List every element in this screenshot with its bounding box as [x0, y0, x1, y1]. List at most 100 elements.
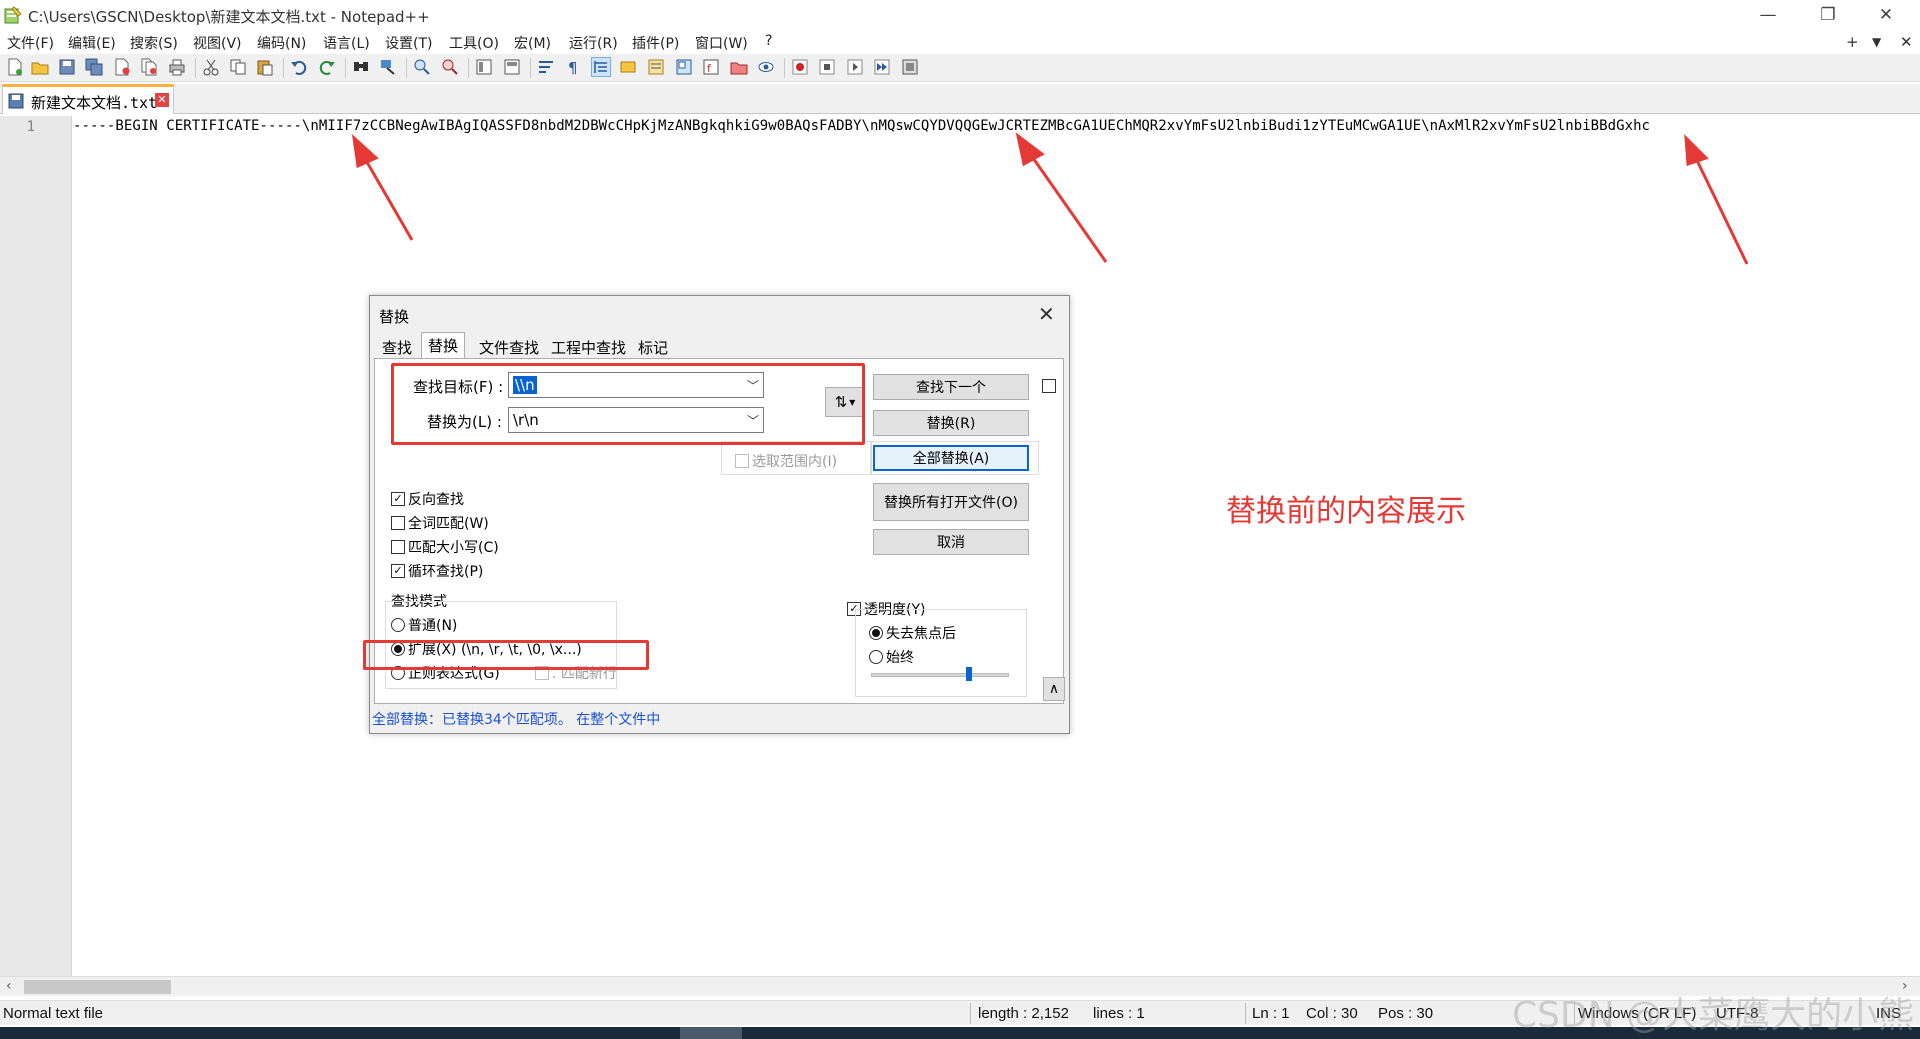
copy-icon[interactable] [228, 57, 248, 77]
mode-normal-radio[interactable]: 普通(N) [391, 615, 457, 635]
match-case-checkbox[interactable]: 匹配大小写(C) [391, 537, 499, 557]
svg-text:¶: ¶ [568, 59, 578, 76]
collapse-dialog-button[interactable]: ∧ [1043, 677, 1065, 701]
transparency-always-radio[interactable]: 始终 [869, 647, 914, 667]
close-all-icon[interactable] [139, 57, 159, 77]
cancel-button[interactable]: 取消 [873, 529, 1029, 555]
line-number-gutter: 1 [0, 116, 72, 976]
menu-language[interactable]: 语言(L) [323, 33, 370, 53]
menu-view[interactable]: 视图(V) [193, 33, 242, 53]
close-file-icon[interactable] [112, 57, 132, 77]
whole-word-label: 全词匹配(W) [408, 516, 489, 532]
window-title: C:\Users\GSCN\Desktop\新建文本文档.txt - Notep… [28, 8, 430, 26]
menu-window[interactable]: 窗口(W) [695, 33, 748, 53]
find-next-button[interactable]: 查找下一个 [873, 374, 1029, 400]
replace-all-button[interactable]: 全部替换(A) [873, 445, 1029, 471]
document-map-icon[interactable] [646, 57, 666, 77]
restore-button[interactable]: ❐ [1800, 0, 1856, 30]
transparency-slider-thumb[interactable] [966, 667, 973, 681]
transparency-lose-focus-radio[interactable]: 失去焦点后 [869, 623, 956, 643]
notepad-plus-plus-icon [4, 6, 22, 24]
save-macro-icon[interactable] [900, 57, 920, 77]
tab-list-dropdown[interactable]: ▼ [1872, 35, 1881, 49]
line-number: 1 [26, 119, 35, 135]
play-macro-icon[interactable] [845, 57, 865, 77]
menu-edit[interactable]: 编辑(E) [68, 33, 116, 53]
in-selection-checkbox[interactable]: 选取范围内(I) [735, 451, 837, 471]
stop-macro-icon[interactable] [817, 57, 837, 77]
scroll-left-icon[interactable]: ‹ [6, 978, 12, 994]
word-wrap-icon[interactable] [536, 57, 556, 77]
open-file-icon[interactable] [30, 57, 50, 77]
status-length: length : 2,152 [978, 1005, 1069, 1022]
tab-find-in-projects[interactable]: 工程中查找 [544, 334, 633, 358]
menu-file[interactable]: 文件(F) [7, 33, 54, 53]
run-macro-multiple-icon[interactable] [872, 57, 892, 77]
close-tab-icon[interactable]: ✕ [155, 93, 169, 107]
scrollbar-thumb[interactable] [24, 980, 171, 994]
minimize-button[interactable]: — [1740, 0, 1796, 30]
new-tab-button[interactable]: + [1846, 33, 1859, 51]
replace-button[interactable]: 替换(R) [873, 410, 1029, 436]
tab-mark[interactable]: 标记 [631, 334, 675, 358]
menu-encoding[interactable]: 编码(N) [257, 33, 306, 53]
editor-line: -----BEGIN CERTIFICATE-----\nMIIF7zCCBNe… [73, 118, 1651, 134]
redo-icon[interactable] [317, 57, 337, 77]
status-pos: Pos : 30 [1378, 1005, 1434, 1022]
menu-run[interactable]: 运行(R) [569, 33, 618, 53]
user-defined-language-icon[interactable] [618, 57, 638, 77]
annotation-label: 替换前的内容展示 [1226, 494, 1466, 529]
status-file-type: Normal text file [3, 1005, 104, 1022]
menu-settings[interactable]: 设置(T) [385, 33, 432, 53]
menu-help[interactable]: ? [765, 33, 772, 49]
tab-bar: 新建文本文档.txt ✕ [0, 84, 1920, 114]
replace-all-open-files-button[interactable]: 替换所有打开文件(O) [873, 483, 1029, 521]
tab-replace[interactable]: 替换 [421, 332, 466, 360]
close-window-button[interactable]: ✕ [1858, 0, 1914, 30]
wrap-around-checkbox[interactable]: ✓ 循环查找(P) [391, 561, 483, 581]
paste-icon[interactable] [255, 57, 275, 77]
indent-guide-icon[interactable] [591, 57, 611, 77]
function-list-icon[interactable]: f [701, 57, 721, 77]
sync-horizontal-icon[interactable] [502, 57, 522, 77]
document-list-icon[interactable] [674, 57, 694, 77]
undo-icon[interactable] [289, 57, 309, 77]
dialog-close-icon[interactable]: ✕ [1038, 302, 1055, 326]
show-all-characters-icon[interactable]: ¶ [563, 57, 583, 77]
menu-macro[interactable]: 宏(M) [514, 33, 551, 53]
dialog-title: 替换 [379, 308, 410, 326]
zoom-out-icon[interactable] [440, 57, 460, 77]
status-lines: lines : 1 [1093, 1005, 1145, 1022]
menu-search[interactable]: 搜索(S) [130, 33, 178, 53]
close-document-button[interactable]: ✕ [1900, 33, 1913, 51]
cut-icon[interactable] [201, 57, 221, 77]
record-macro-icon[interactable] [790, 57, 810, 77]
folder-as-workspace-icon[interactable] [729, 57, 749, 77]
document-tab[interactable]: 新建文本文档.txt ✕ [2, 84, 174, 114]
whole-word-checkbox[interactable]: 全词匹配(W) [391, 513, 489, 533]
save-all-icon[interactable] [84, 57, 104, 77]
zoom-in-icon[interactable] [412, 57, 432, 77]
transparency-slider-track[interactable] [871, 673, 1009, 677]
backward-search-checkbox[interactable]: ✓ 反向查找 [391, 489, 464, 509]
title-bar: C:\Users\GSCN\Desktop\新建文本文档.txt - Notep… [0, 0, 1920, 30]
mode-normal-label: 普通(N) [408, 618, 458, 634]
tab-find[interactable]: 查找 [375, 334, 419, 358]
watermark: CSDN @大菜鹰大的小熊 [1512, 995, 1915, 1036]
print-icon[interactable] [167, 57, 187, 77]
new-file-icon[interactable] [5, 57, 25, 77]
menu-plugins[interactable]: 插件(P) [632, 33, 679, 53]
menu-tools[interactable]: 工具(O) [449, 33, 499, 53]
save-icon[interactable] [57, 57, 77, 77]
tab-find-in-files[interactable]: 文件查找 [472, 334, 546, 358]
monitoring-icon[interactable] [756, 57, 776, 77]
in-selection-label: 选取范围内(I) [752, 454, 838, 470]
backward-search-label: 反向查找 [408, 492, 464, 508]
checkmark-icon: ✓ [391, 564, 405, 578]
replace-dialog: 替换 ✕ 查找 替换 文件查找 工程中查找 标记 查找目标(F) : \\n ﹀… [363, 295, 1070, 734]
find-next-option-checkbox[interactable] [1042, 379, 1059, 393]
find-icon[interactable] [351, 57, 371, 77]
replace-icon[interactable] [378, 57, 398, 77]
sync-vertical-icon[interactable] [474, 57, 494, 77]
status-ln: Ln : 1 [1252, 1005, 1290, 1022]
